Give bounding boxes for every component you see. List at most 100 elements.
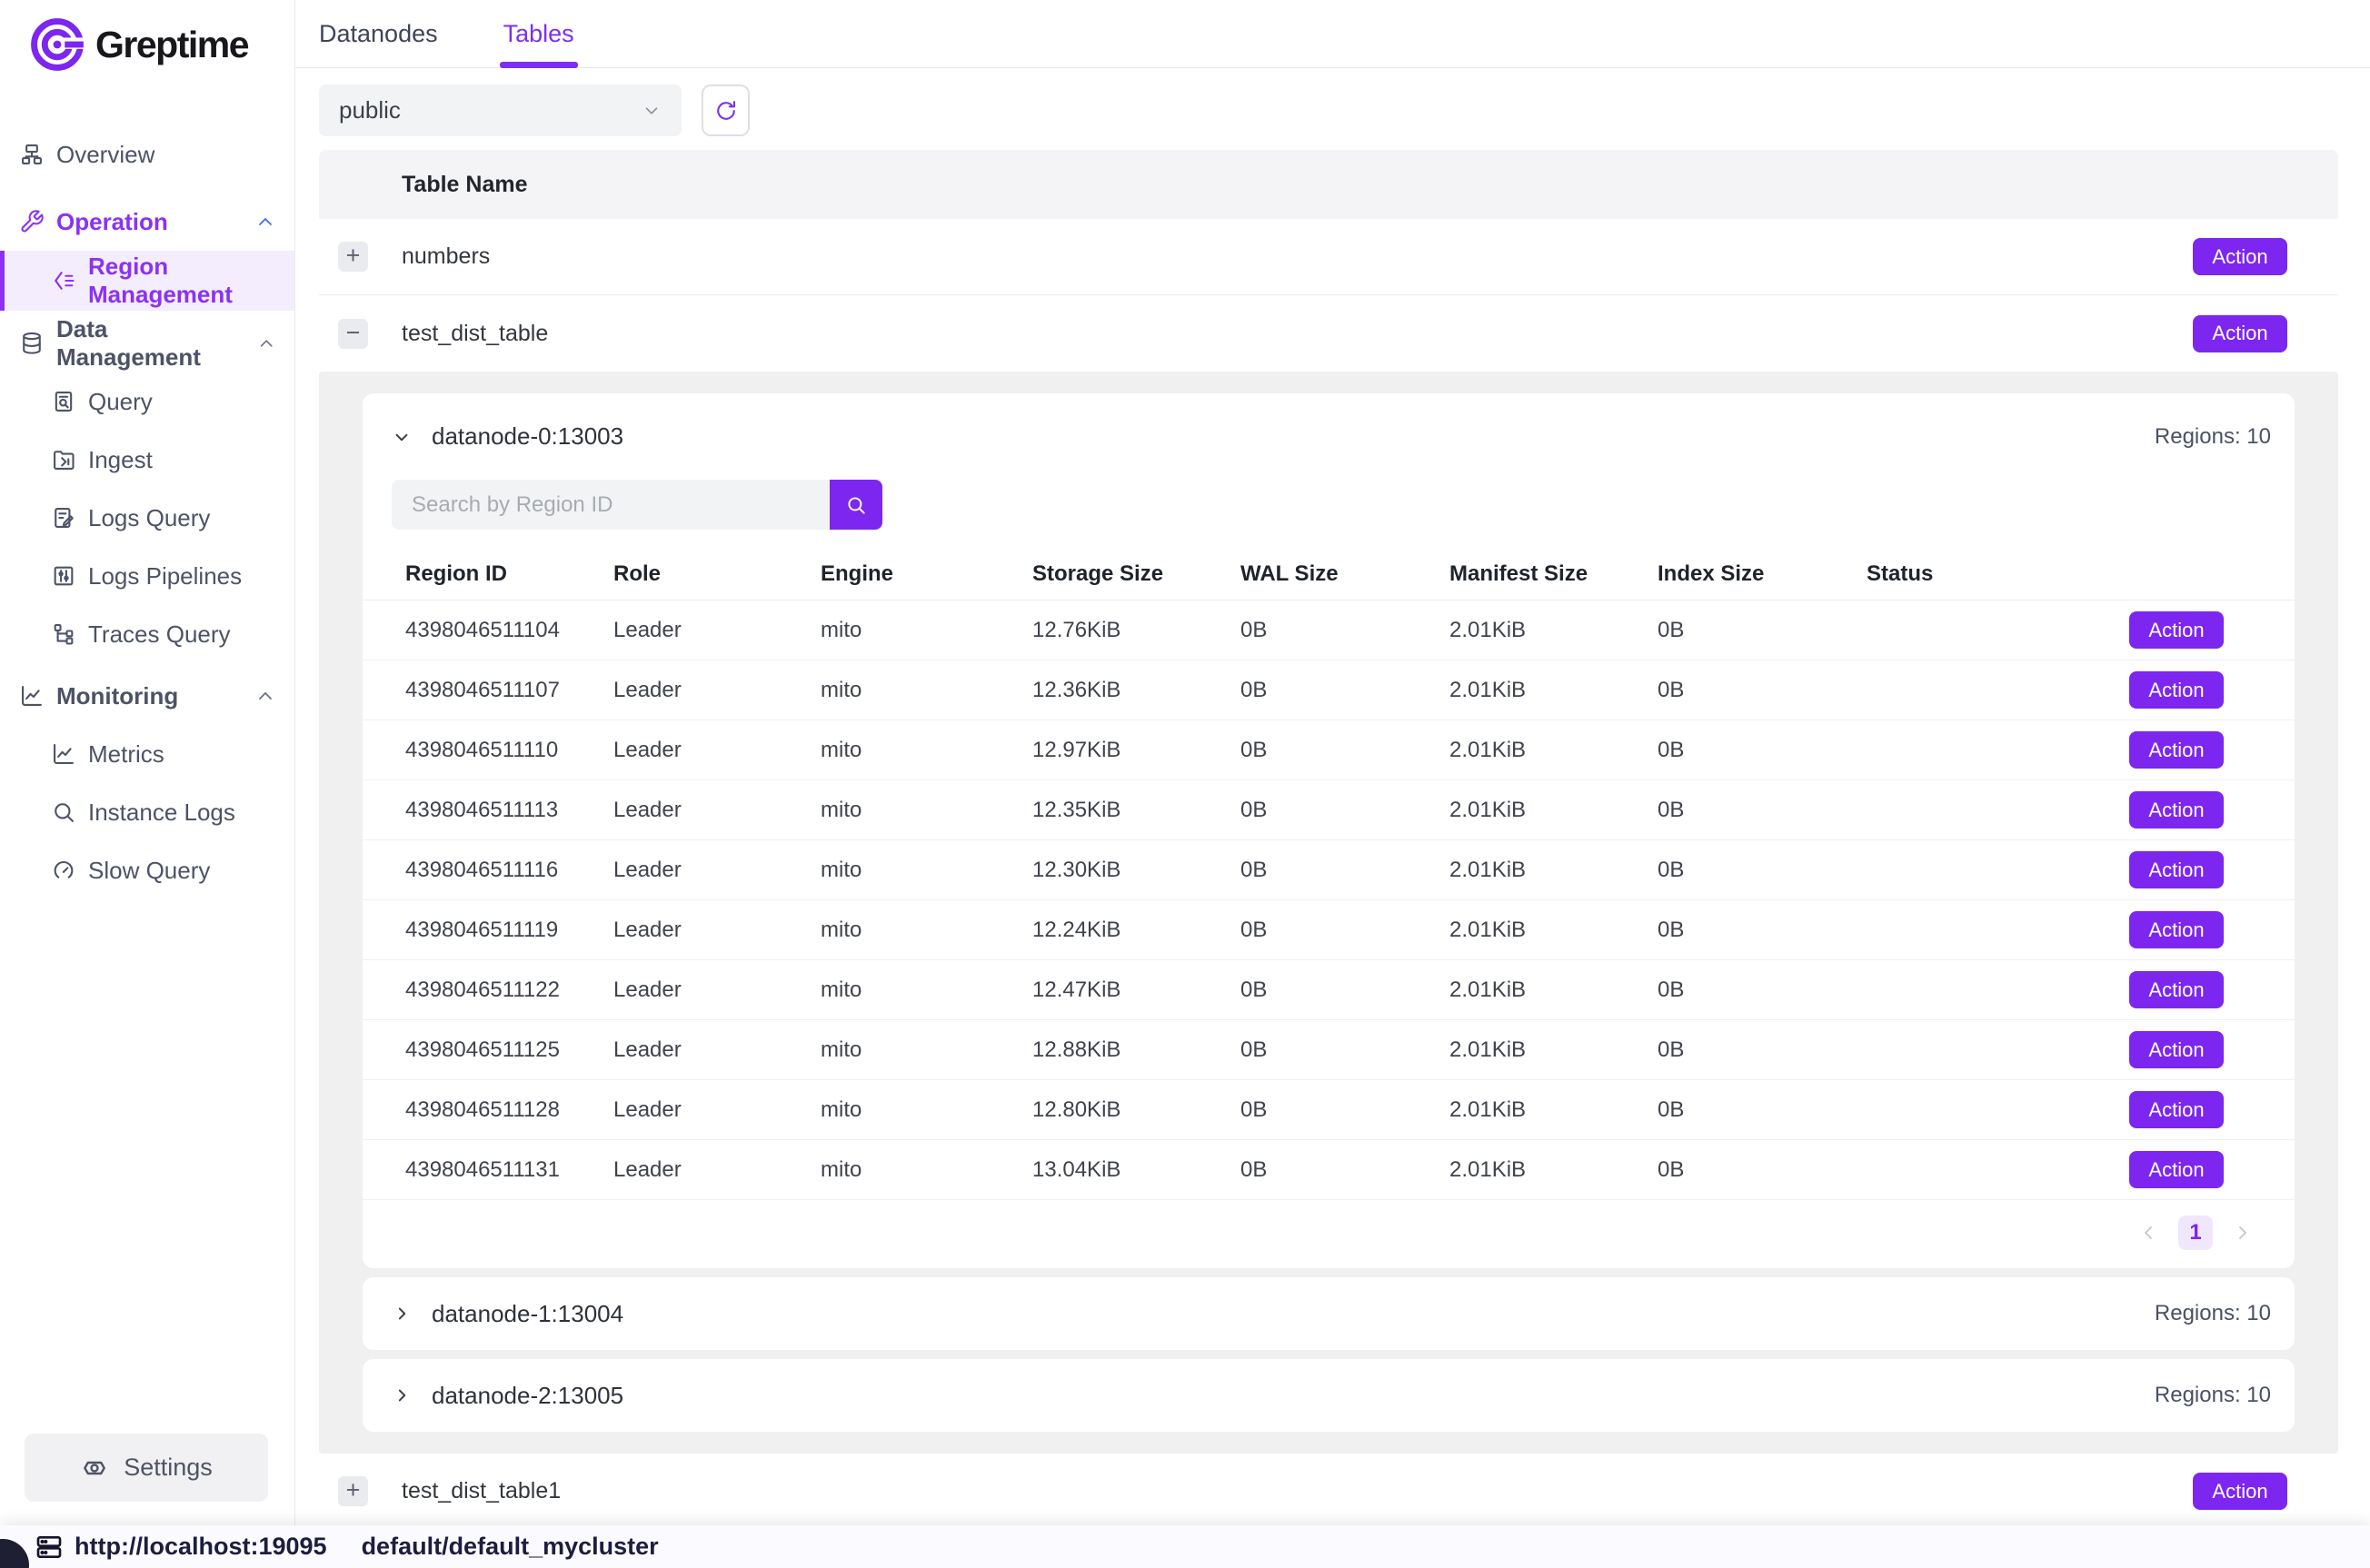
tab-datanodes[interactable]: Datanodes — [319, 0, 438, 67]
region-cell: 0B — [1658, 798, 1867, 823]
region-cell: 12.88KiB — [1032, 1037, 1240, 1063]
region-cell: 4398046511113 — [405, 798, 613, 823]
schema-select-value: public — [339, 96, 401, 124]
sidebar-item-ingest[interactable]: Ingest — [0, 431, 294, 489]
region-status-cell: Action — [1867, 911, 2295, 948]
datanode-card-0: datanode-0:13003 Regions: 10 — [363, 393, 2295, 1268]
expand-toggle[interactable]: + — [338, 242, 368, 272]
region-cell: Leader — [613, 918, 821, 943]
brand-name: Greptime — [95, 24, 248, 66]
schema-select[interactable]: public — [319, 84, 682, 136]
region-table-row: 4398046511113Leadermito12.35KiB0B2.01KiB… — [363, 780, 2295, 840]
region-cell: 4398046511110 — [405, 738, 613, 763]
sidebar-item-data-management[interactable]: Data Management — [0, 314, 294, 372]
region-cell: 0B — [1240, 858, 1449, 883]
region-search-button[interactable] — [830, 480, 882, 530]
sidebar-item-overview[interactable]: Overview — [0, 125, 294, 184]
col-manifest-size: Manifest Size — [1449, 561, 1658, 587]
region-cell: 2.01KiB — [1449, 738, 1658, 763]
page-prev-icon[interactable] — [2138, 1222, 2160, 1244]
page-number[interactable]: 1 — [2178, 1216, 2213, 1250]
region-cell: Leader — [613, 678, 821, 703]
gauge-icon — [51, 858, 76, 883]
region-status-cell: Action — [1867, 1091, 2295, 1128]
col-region-id: Region ID — [405, 561, 613, 587]
page-next-icon[interactable] — [2231, 1222, 2253, 1244]
brand-logo[interactable]: Greptime — [0, 0, 294, 74]
region-cell: 13.04KiB — [1032, 1157, 1240, 1183]
region-cell: Leader — [613, 1157, 821, 1183]
table-name: test_dist_table1 — [402, 1478, 561, 1504]
table-row-test-dist-table: − test_dist_table Action — [319, 295, 2338, 372]
region-table-row: 4398046511107Leadermito12.36KiB0B2.01KiB… — [363, 660, 2295, 720]
action-button[interactable]: Action — [2129, 791, 2224, 829]
sidebar-item-instance-logs[interactable]: Instance Logs — [0, 783, 294, 841]
server-icon — [35, 1533, 64, 1562]
region-cell: 0B — [1658, 1037, 1867, 1063]
sidebar-item-label: Operation — [56, 208, 168, 236]
action-button[interactable]: Action — [2129, 731, 2224, 769]
sidebar-item-label: Traces Query — [88, 620, 231, 649]
action-button[interactable]: Action — [2129, 911, 2224, 948]
refresh-button[interactable] — [702, 84, 750, 136]
settings-button[interactable]: Settings — [25, 1434, 268, 1502]
sidebar-item-logs-pipelines[interactable]: Logs Pipelines — [0, 547, 294, 605]
region-cell: 0B — [1658, 918, 1867, 943]
region-search-input[interactable] — [392, 480, 830, 530]
sidebar-item-traces-query[interactable]: Traces Query — [0, 605, 294, 663]
region-table-row: 4398046511125Leadermito12.88KiB0B2.01KiB… — [363, 1020, 2295, 1080]
region-cell: 4398046511104 — [405, 618, 613, 643]
region-status-cell: Action — [1867, 611, 2295, 649]
sidebar-item-region-management[interactable]: Region Management — [0, 251, 294, 311]
status-bar: http://localhost:19095 default/default_m… — [0, 1525, 2370, 1568]
sidebar-item-monitoring[interactable]: Monitoring — [0, 667, 294, 725]
region-cell: 0B — [1240, 618, 1449, 643]
sidebar-item-label: Monitoring — [56, 682, 178, 710]
sidebar-item-logs-query[interactable]: Logs Query — [0, 489, 294, 547]
document-edit-icon — [51, 505, 76, 531]
sidebar-item-operation[interactable]: Operation — [0, 193, 294, 251]
region-cell: Leader — [613, 858, 821, 883]
wrench-icon — [19, 209, 45, 234]
region-cell: mito — [821, 1037, 1032, 1063]
sliders-icon — [51, 563, 76, 589]
col-role: Role — [613, 561, 821, 587]
cluster-name: default/default_mycluster — [362, 1533, 659, 1561]
action-button[interactable]: Action — [2129, 611, 2224, 649]
datanode-header[interactable]: datanode-2:13005 Regions: 10 — [363, 1359, 2295, 1432]
chevron-up-icon[interactable] — [256, 332, 276, 354]
region-cell: 4398046511131 — [405, 1157, 613, 1183]
chevron-up-icon[interactable] — [254, 211, 276, 233]
collapse-toggle[interactable]: − — [338, 319, 368, 349]
main-scroll-area: public Table Name + numbers — [295, 68, 2370, 1530]
sidebar-item-query[interactable]: Query — [0, 372, 294, 431]
region-cell: Leader — [613, 1097, 821, 1123]
action-button[interactable]: Action — [2129, 1091, 2224, 1128]
expand-toggle[interactable]: + — [338, 1476, 368, 1506]
region-cell: 4398046511119 — [405, 918, 613, 943]
sidebar-item-metrics[interactable]: Metrics — [0, 725, 294, 783]
sidebar-item-slow-query[interactable]: Slow Query — [0, 841, 294, 899]
action-button[interactable]: Action — [2129, 851, 2224, 888]
sidebar-item-label: Instance Logs — [88, 799, 235, 827]
region-cell: Leader — [613, 798, 821, 823]
action-button[interactable]: Action — [2129, 671, 2224, 709]
sidebar-item-label: Logs Pipelines — [88, 562, 242, 590]
chevron-down-icon — [642, 101, 662, 121]
datanode-header[interactable]: datanode-1:13004 Regions: 10 — [363, 1277, 2295, 1350]
chart-line-icon — [19, 683, 45, 709]
action-button[interactable]: Action — [2129, 1031, 2224, 1068]
action-button[interactable]: Action — [2193, 1473, 2287, 1510]
region-status-cell: Action — [1867, 971, 2295, 1008]
action-button[interactable]: Action — [2193, 315, 2287, 352]
col-index-size: Index Size — [1658, 561, 1867, 587]
sidebar: Greptime Overview Operation — [0, 0, 295, 1525]
chevron-up-icon[interactable] — [254, 685, 276, 707]
action-button[interactable]: Action — [2129, 971, 2224, 1008]
region-cell: mito — [821, 738, 1032, 763]
tab-tables[interactable]: Tables — [503, 0, 574, 67]
datanode-header[interactable]: datanode-0:13003 Regions: 10 — [363, 393, 2295, 480]
action-button[interactable]: Action — [2193, 238, 2287, 275]
action-button[interactable]: Action — [2129, 1151, 2224, 1188]
chart-line-icon — [51, 741, 76, 767]
